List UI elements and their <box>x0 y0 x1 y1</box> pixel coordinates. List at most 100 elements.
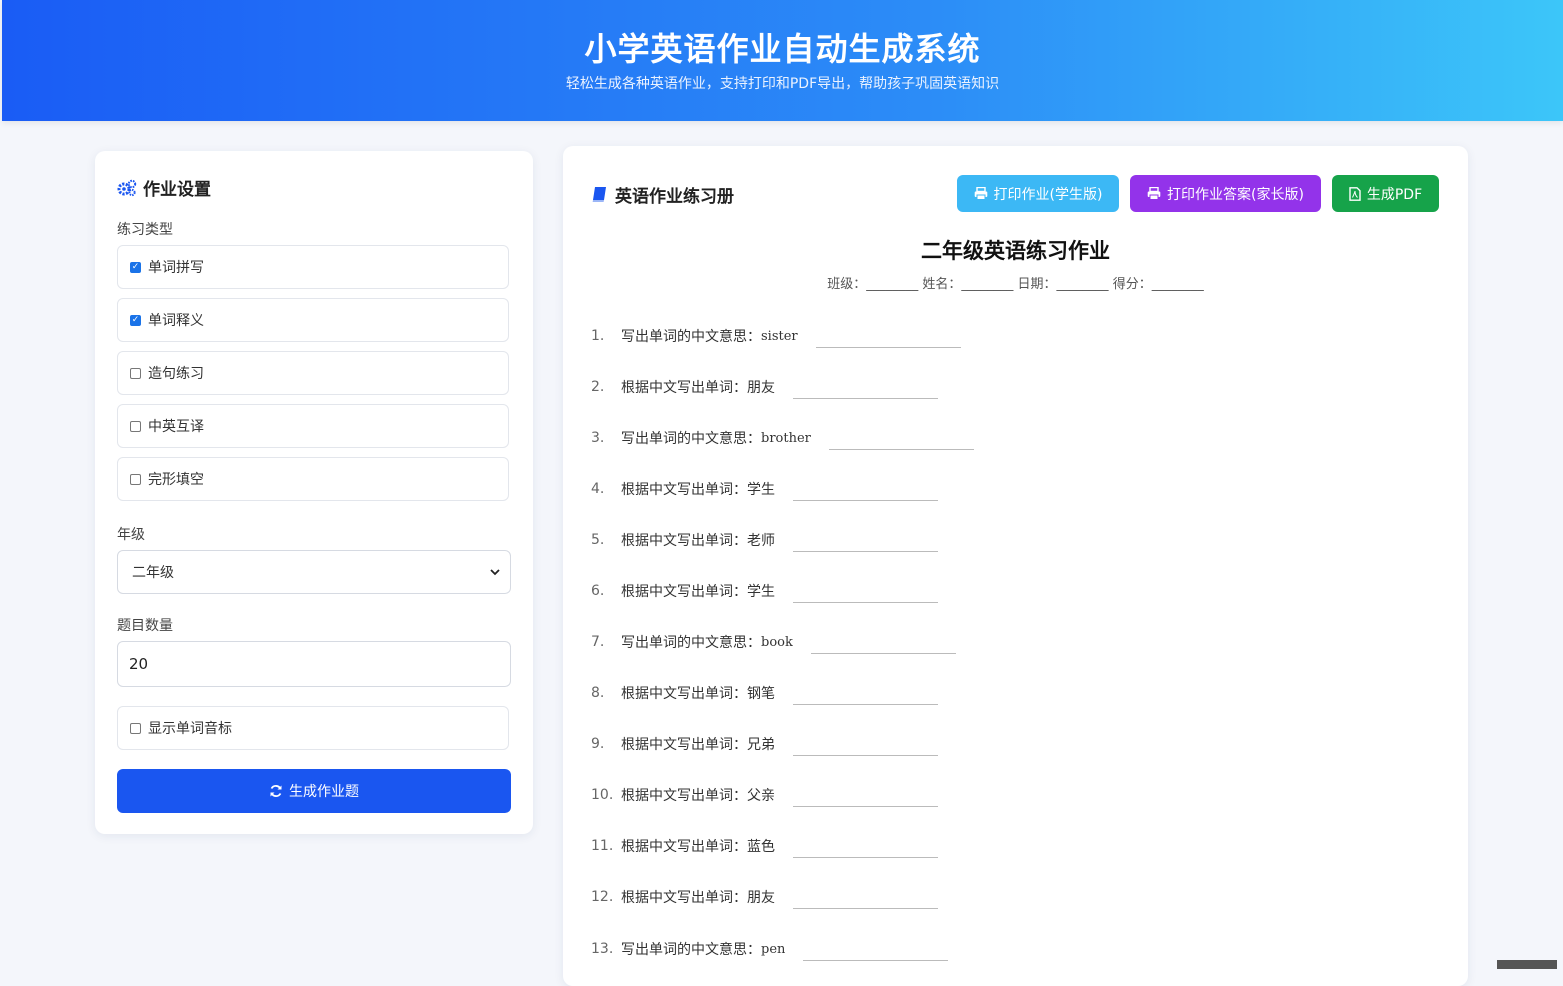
answer-blank[interactable] <box>793 529 938 552</box>
question-prompt: 写出单词的中文意思： <box>621 942 761 958</box>
question-item: 3. 写出单词的中文意思： brother <box>591 423 974 453</box>
refresh-icon <box>270 785 282 797</box>
answer-blank[interactable] <box>793 886 938 909</box>
chevron-down-icon <box>490 569 500 576</box>
question-number: 3. <box>591 430 605 446</box>
question-number: 11. <box>591 838 614 854</box>
question-item: 4. 根据中文写出单词： 学生 <box>591 474 938 504</box>
question-word: 兄弟 <box>747 737 775 753</box>
answer-blank[interactable] <box>810 631 956 654</box>
count-label: 题目数量 <box>117 618 173 634</box>
question-number: 4. <box>591 481 605 497</box>
answer-blank[interactable] <box>793 733 938 756</box>
question-item: 7. 写出单词的中文意思： book <box>591 627 956 657</box>
option-word-spelling[interactable]: ✓ 单词拼写 <box>117 245 509 289</box>
question-word: pen <box>761 941 786 957</box>
answer-blank[interactable] <box>793 682 938 705</box>
book-icon <box>592 187 606 202</box>
answer-blank[interactable] <box>793 835 938 858</box>
question-number: 13. <box>591 941 614 957</box>
settings-panel: 作业设置 练习类型 ✓ 单词拼写 ✓ 单词释义 造句练习 中英互译 完形填空 年… <box>95 151 533 834</box>
grade-select[interactable]: 二年级 <box>117 550 511 594</box>
question-item: 1. 写出单词的中文意思： sister <box>591 321 961 351</box>
app-title: 小学英语作业自动生成系统 <box>584 30 981 68</box>
option-label: 单词拼写 <box>148 260 204 276</box>
app-header: 小学英语作业自动生成系统 轻松生成各种英语作业，支持打印和PDF导出，帮助孩子巩… <box>2 0 1563 121</box>
question-item: 12. 根据中文写出单词： 朋友 <box>591 882 938 912</box>
question-word: sister <box>761 328 798 344</box>
answer-blank[interactable] <box>828 427 974 450</box>
question-item: 2. 根据中文写出单词： 朋友 <box>591 372 938 402</box>
answer-blank[interactable] <box>793 784 938 807</box>
option-label: 显示单词音标 <box>148 721 232 737</box>
question-count-input[interactable]: 20 <box>117 641 511 687</box>
question-number: 12. <box>591 889 614 905</box>
settings-title: 作业设置 <box>117 175 211 200</box>
question-item: 11. 根据中文写出单词： 蓝色 <box>591 831 938 861</box>
answer-blank[interactable] <box>815 325 961 348</box>
question-number: 1. <box>591 328 605 344</box>
worksheet-panel: 英语作业练习册 打印作业(学生版) 打印作业答案(家长版) 生成PDF 二年级英… <box>563 146 1468 986</box>
question-count-value: 20 <box>129 655 149 673</box>
question-item: 6. 根据中文写出单词： 学生 <box>591 576 938 606</box>
export-pdf-label: 生成PDF <box>1366 186 1423 203</box>
answer-blank[interactable] <box>793 580 938 603</box>
question-prompt: 根据中文写出单词： <box>621 686 747 702</box>
option-label: 完形填空 <box>148 472 204 488</box>
checkbox-checked-icon[interactable]: ✓ <box>130 261 141 273</box>
question-word: 老师 <box>747 533 775 549</box>
print-icon <box>974 187 987 200</box>
checkbox-unchecked-icon[interactable] <box>130 367 141 379</box>
scroll-to-top-tab[interactable] <box>1497 960 1557 969</box>
generate-button[interactable]: 生成作业题 <box>117 769 511 813</box>
checkbox-unchecked-icon[interactable] <box>130 473 141 485</box>
question-number: 5. <box>591 532 605 548</box>
question-word: 学生 <box>747 482 775 498</box>
question-prompt: 写出单词的中文意思： <box>621 431 761 447</box>
print-icon <box>1147 187 1161 200</box>
answer-blank[interactable] <box>803 938 949 961</box>
settings-title-text: 作业设置 <box>143 180 211 200</box>
question-item: 9. 根据中文写出单词： 兄弟 <box>591 729 938 759</box>
sheet-meta: 班级：________ 姓名：________ 日期：________ 得分：_… <box>827 277 1204 292</box>
pdf-file-icon <box>1349 186 1361 201</box>
option-label: 单词释义 <box>148 313 204 329</box>
question-number: 7. <box>591 634 605 650</box>
checkbox-unchecked-icon[interactable] <box>130 420 141 432</box>
question-number: 8. <box>591 685 605 701</box>
question-prompt: 写出单词的中文意思： <box>621 635 761 651</box>
question-prompt: 根据中文写出单词： <box>621 533 747 549</box>
question-number: 9. <box>591 736 605 752</box>
question-prompt: 写出单词的中文意思： <box>621 329 761 345</box>
question-word: 钢笔 <box>747 686 775 702</box>
option-label: 造句练习 <box>148 366 204 382</box>
option-translation[interactable]: 中英互译 <box>117 404 509 448</box>
question-word: 父亲 <box>747 788 775 804</box>
export-pdf-button[interactable]: 生成PDF <box>1332 175 1439 212</box>
option-word-meaning[interactable]: ✓ 单词释义 <box>117 298 509 342</box>
option-sentence-making[interactable]: 造句练习 <box>117 351 509 395</box>
answer-blank[interactable] <box>793 376 938 399</box>
question-item: 5. 根据中文写出单词： 老师 <box>591 525 938 555</box>
question-prompt: 根据中文写出单词： <box>621 788 747 804</box>
exercise-type-label: 练习类型 <box>117 222 173 238</box>
question-item: 13. 写出单词的中文意思： pen <box>591 934 949 964</box>
checkbox-unchecked-icon[interactable] <box>130 722 141 734</box>
generate-button-label: 生成作业题 <box>289 784 359 800</box>
question-item: 10. 根据中文写出单词： 父亲 <box>591 780 938 810</box>
sheet-title: 二年级英语练习作业 <box>921 239 1110 263</box>
print-answer-label: 打印作业答案(家长版) <box>1167 186 1304 203</box>
question-word: 蓝色 <box>747 839 775 855</box>
print-student-label: 打印作业(学生版) <box>993 186 1103 203</box>
answer-blank[interactable] <box>793 478 938 501</box>
option-show-phonetic[interactable]: 显示单词音标 <box>117 706 509 750</box>
option-label: 中英互译 <box>148 419 204 435</box>
question-prompt: 根据中文写出单词： <box>621 482 747 498</box>
question-prompt: 根据中文写出单词： <box>621 737 747 753</box>
print-student-button[interactable]: 打印作业(学生版) <box>957 175 1119 212</box>
checkbox-checked-icon[interactable]: ✓ <box>130 314 141 326</box>
print-answer-button[interactable]: 打印作业答案(家长版) <box>1130 175 1321 212</box>
option-cloze[interactable]: 完形填空 <box>117 457 509 501</box>
worksheet-title: 英语作业练习册 <box>591 182 734 207</box>
gears-icon <box>117 179 137 196</box>
